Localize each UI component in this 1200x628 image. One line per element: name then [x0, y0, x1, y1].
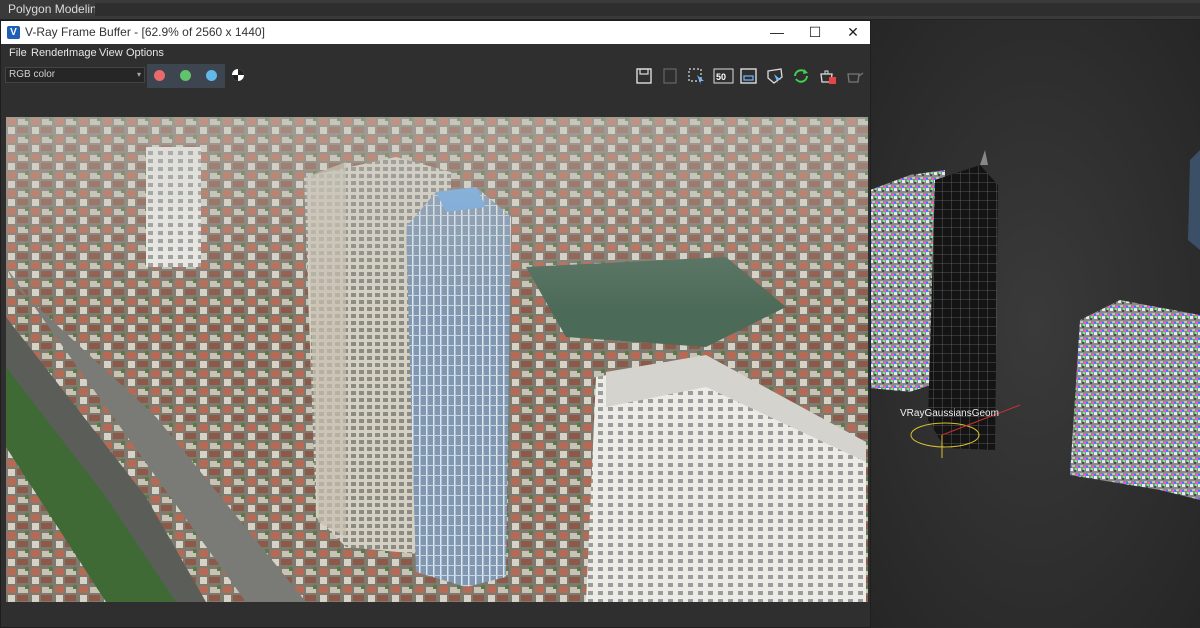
render-teapot-button[interactable]	[817, 66, 839, 86]
blue-dot-icon	[206, 70, 217, 81]
minimize-button[interactable]: —	[758, 21, 796, 44]
render-image[interactable]	[6, 117, 868, 602]
region-render-icon	[740, 68, 757, 84]
red-dot-icon	[154, 70, 165, 81]
chevron-down-icon: ▾	[136, 70, 141, 79]
refresh-button[interactable]	[791, 66, 813, 86]
vfb-menubar: File Render Image View Options	[1, 44, 870, 62]
save-button[interactable]	[635, 66, 657, 86]
gaussian-splat-right	[1070, 300, 1200, 500]
vfb-statusbar	[1, 602, 870, 627]
green-channel-button[interactable]	[173, 64, 199, 88]
green-dot-icon	[180, 70, 191, 81]
menu-options[interactable]: Options	[126, 47, 164, 59]
region-render-button[interactable]	[739, 66, 761, 86]
teapot-button[interactable]	[844, 66, 866, 86]
zoom-50-button[interactable]: 50	[713, 66, 735, 86]
menu-image[interactable]: Image	[66, 47, 97, 59]
mono-channel-icon	[232, 69, 244, 81]
region-select-button[interactable]	[687, 66, 709, 86]
blue-channel-button[interactable]	[199, 64, 225, 88]
channel-select-value: RGB color	[9, 69, 56, 80]
app-top-bar: Polygon Modeling	[0, 0, 1200, 20]
object-label: VRayGaussiansGeom	[900, 408, 999, 419]
menu-view[interactable]: View	[99, 47, 123, 59]
vfb-titlebar[interactable]: V V-Ray Frame Buffer - [62.9% of 2560 x …	[1, 21, 870, 44]
maximize-button[interactable]: ☐	[796, 21, 834, 44]
refresh-icon	[794, 69, 808, 83]
track-mouse-button[interactable]	[765, 66, 787, 86]
menu-render[interactable]: Render	[31, 47, 67, 59]
track-mouse-icon	[767, 68, 783, 84]
channel-select[interactable]: RGB color ▾	[5, 67, 145, 83]
render-scene	[6, 117, 868, 602]
red-channel-button[interactable]	[147, 64, 173, 88]
vray-frame-buffer-window[interactable]: V V-Ray Frame Buffer - [62.9% of 2560 x …	[0, 20, 871, 628]
vray-logo-icon: V	[7, 26, 20, 39]
teapot-render-icon	[820, 70, 836, 84]
svg-text:50: 50	[716, 72, 726, 82]
zoom-50-icon: 50	[713, 68, 734, 84]
vfb-toolbar: RGB color ▾ 50	[1, 62, 870, 90]
menu-file[interactable]: File	[9, 47, 27, 59]
region-select-icon	[688, 68, 704, 85]
top-bar-track	[95, 3, 1200, 16]
app-tab-title[interactable]: Polygon Modeling	[8, 2, 103, 16]
save-all-button[interactable]	[661, 66, 683, 86]
save-all-icon	[663, 68, 677, 84]
3d-viewport[interactable]: VRayGaussiansGeom	[870, 20, 1200, 628]
atmosphere-haze	[6, 117, 868, 602]
vfb-title: V-Ray Frame Buffer - [62.9% of 2560 x 14…	[25, 25, 265, 39]
save-icon	[636, 68, 652, 84]
mono-channel-button[interactable]	[229, 65, 251, 85]
close-button[interactable]: ✕	[834, 21, 872, 44]
teapot-icon	[847, 72, 864, 83]
viewport-scene	[870, 20, 1200, 628]
